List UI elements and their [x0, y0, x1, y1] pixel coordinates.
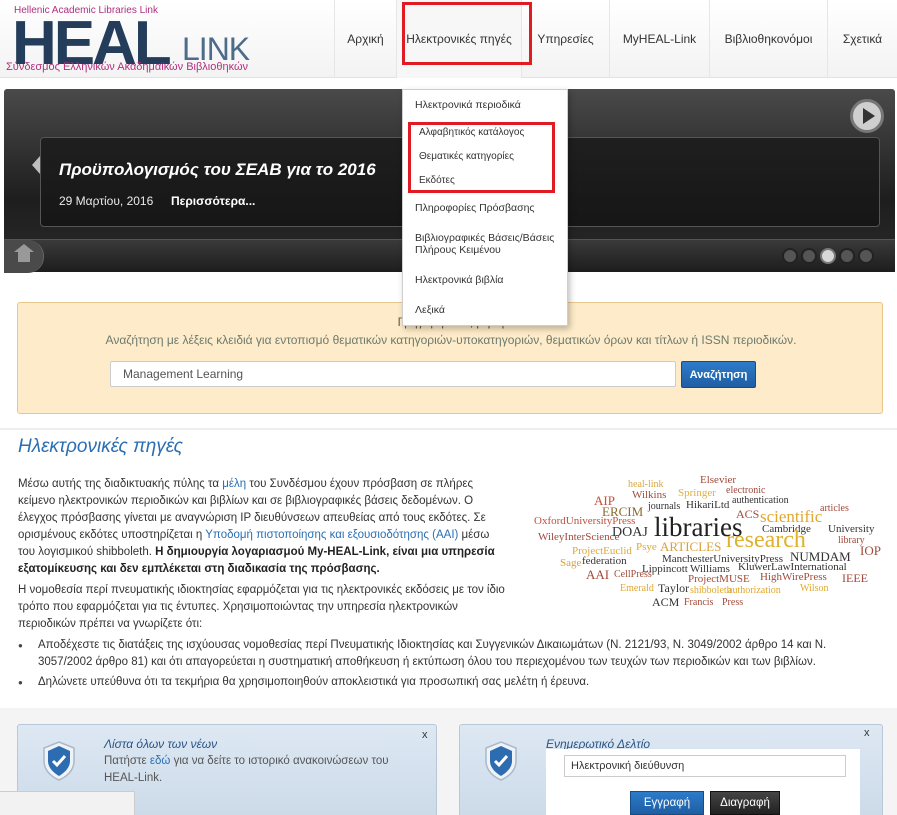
news-list-text: Πατήστε εδώ για να δείτε το ιστορικό ανα… — [104, 753, 414, 787]
email-field[interactable]: Ηλεκτρονική διεύθυνση — [564, 755, 846, 777]
section-divider — [0, 428, 897, 430]
section-title: Ηλεκτρονικές πηγές — [18, 436, 183, 457]
heal-link-logo[interactable]: Hellenic Academic Libraries Link HEAL LI… — [6, 3, 250, 75]
intro-text: Μέσω αυτής της διαδικτυακής πύλης τα — [18, 478, 223, 490]
cloud-word: WileyInterScience — [538, 531, 620, 543]
cloud-word: HighWirePress — [760, 571, 827, 583]
dropdown-item-access-info[interactable]: Πληροφορίες Πρόσβασης — [415, 202, 565, 214]
copyright-paragraph: Η νομοθεσία περί πνευματικής ιδιοκτησίας… — [18, 584, 505, 630]
dropdown-item-ebooks[interactable]: Ηλεκτρονικά βιβλία — [415, 274, 565, 286]
members-link[interactable]: μέλη — [222, 478, 246, 490]
slide-more-link[interactable]: Περισσότερα... — [171, 194, 255, 208]
newsletter-box: x Ενημερωτικό Δελτίο Ηλεκτρονική διεύθυν… — [459, 724, 883, 815]
register-button[interactable]: Εγγραφή — [630, 791, 704, 815]
cloud-word: University — [828, 523, 875, 535]
home-icon — [13, 243, 34, 264]
nav-item-home[interactable]: Αρχική — [334, 0, 396, 78]
close-icon[interactable]: x — [864, 727, 870, 739]
cloud-word: Wilson — [800, 583, 829, 594]
dropdown-item-bibliographic-databases[interactable]: Βιβλιογραφικές Βάσεις/Βάσεις Πλήρους Κει… — [415, 232, 565, 256]
cloud-word: Springer — [678, 487, 716, 499]
news-list-title[interactable]: Λίστα όλων των νέων — [104, 737, 217, 751]
cloud-word: journals — [648, 501, 681, 512]
dropdown-item-dictionaries[interactable]: Λεξικά — [415, 304, 565, 316]
cloud-word: Emerald — [620, 583, 654, 594]
terms-list: Αποδέχεστε τις διατάξεις της ισχύουσας ν… — [18, 637, 878, 694]
nav-item-myheal-link[interactable]: MyHEAL-Link — [609, 0, 709, 78]
nav-item-about[interactable]: Σχετικά — [827, 0, 897, 78]
shield-check-icon — [485, 741, 517, 781]
cloud-word: Taylor — [658, 581, 690, 595]
slider-dot-active[interactable] — [820, 248, 836, 264]
slide-title[interactable]: Προϋπολογισμός του ΣΕΑΒ για το 2016 — [59, 160, 376, 180]
cloud-word: IOP — [860, 543, 881, 558]
slide-date: 29 Μαρτίου, 2016 — [59, 194, 154, 208]
dropdown-item-electronic-journals[interactable]: Ηλεκτρονικά περιοδικά — [415, 99, 565, 111]
cloud-word: articles — [820, 503, 849, 514]
cloud-word: Wilkins — [632, 489, 667, 501]
cloud-word: Francis — [684, 597, 714, 608]
cloud-word: authorization — [728, 585, 781, 596]
cloud-word: shibboleth — [690, 585, 732, 596]
highlight-dropdown-items — [408, 122, 555, 193]
tag-cloud-image: heal-link Elsevier Wilkins Springer elec… — [530, 470, 886, 620]
cloud-word: IEEE — [842, 571, 868, 585]
intro-paragraph: Μέσω αυτής της διαδικτυακής πύλης τα μέλ… — [18, 476, 508, 578]
cloud-word: AAI — [586, 567, 610, 582]
cloud-word: ProjectMUSE — [688, 573, 750, 585]
cloud-word: Sage — [560, 557, 582, 569]
slider-play-button[interactable] — [850, 99, 884, 133]
slider-dot[interactable] — [801, 248, 817, 264]
search-input[interactable]: Management Learning — [110, 361, 676, 387]
unsubscribe-button[interactable]: Διαγραφή — [710, 791, 780, 815]
browser-status-bar — [0, 791, 135, 815]
list-item: Δηλώνετε υπεύθυνα ότι τα τεκμήρια θα χρη… — [18, 674, 878, 691]
logo-bottom-text: Σύνδεσμος Ελληνικών Ακαδημαϊκών Βιβλιοθη… — [6, 61, 249, 73]
aai-link[interactable]: Υποδομή πιστοποίησης και εξουσιοδότησης … — [205, 529, 458, 541]
shield-check-icon — [43, 741, 75, 781]
play-icon — [862, 108, 875, 124]
slider-dot[interactable] — [858, 248, 874, 264]
slider-home-button[interactable] — [4, 240, 44, 273]
cloud-word: ARTICLES — [660, 539, 722, 554]
slider-dot[interactable] — [839, 248, 855, 264]
cloud-word: ACM — [652, 595, 680, 609]
highlight-nav-electronic-sources — [402, 2, 532, 65]
slider-pagination — [782, 248, 874, 264]
list-item: Αποδέχεστε τις διατάξεις της ισχύουσας ν… — [18, 637, 878, 671]
search-button[interactable]: Αναζήτηση — [681, 361, 756, 388]
cloud-word: Press — [722, 597, 744, 608]
cloud-word: Psye — [636, 541, 657, 553]
cloud-word: authentication — [732, 495, 789, 506]
nav-item-services[interactable]: Υπηρεσίες — [521, 0, 609, 78]
newsletter-form: Ηλεκτρονική διεύθυνση Εγγραφή Διαγραφή — [546, 749, 860, 815]
nav-item-librarians[interactable]: Βιβλιοθηκονόμοι — [709, 0, 827, 78]
cloud-word: CellPress — [614, 569, 652, 580]
news-list-text-part: Πατήστε — [104, 755, 150, 767]
close-icon[interactable]: x — [422, 729, 428, 741]
cloud-word: federation — [582, 555, 627, 567]
news-history-link[interactable]: εδώ — [150, 755, 171, 767]
slider-dot[interactable] — [782, 248, 798, 264]
cloud-word: HikariLtd — [686, 499, 730, 511]
quick-search-description: Αναζήτηση με λέξεις κλειδιά για εντοπισμ… — [105, 333, 797, 347]
